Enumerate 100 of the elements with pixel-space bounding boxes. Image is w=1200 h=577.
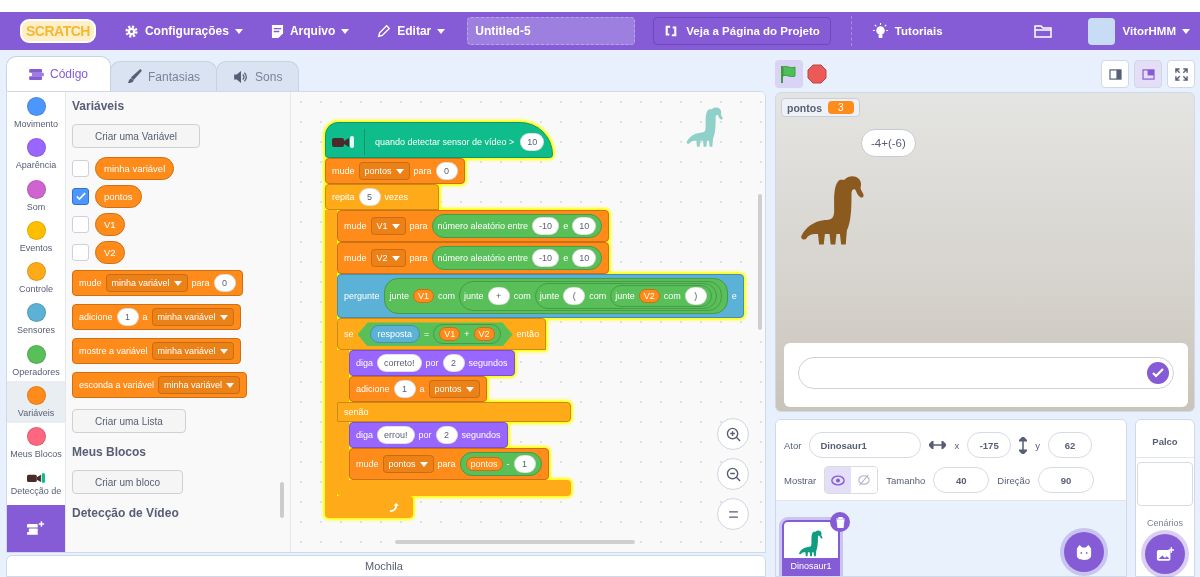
- code-block[interactable]: mude pontos para 0: [325, 158, 465, 185]
- text-input[interactable]: ): [684, 287, 707, 306]
- block-label: segundos: [461, 430, 501, 441]
- scrollbar-thumb[interactable]: [758, 194, 762, 331]
- menu-button[interactable]: Configurações: [123, 23, 243, 39]
- category-item[interactable]: Controle: [7, 257, 65, 299]
- stop-icon[interactable]: [807, 64, 827, 84]
- block-label: pergunte: [344, 291, 380, 302]
- file-icon: [270, 23, 284, 39]
- add-sprite-button[interactable]: [1064, 532, 1104, 572]
- reporter-block[interactable]: número aleatório entre -10 e 10: [431, 246, 603, 271]
- text-input[interactable]: errou!: [377, 426, 415, 445]
- block-label: +: [464, 329, 470, 340]
- run-flag-button[interactable]: [775, 60, 803, 88]
- show-button[interactable]: [825, 467, 852, 493]
- reporter-block[interactable]: número aleatório entre -10 e 10: [431, 214, 603, 239]
- folder-icon[interactable]: [1033, 24, 1052, 38]
- avatar[interactable]: [1087, 17, 1115, 45]
- category-item[interactable]: Operadores: [7, 340, 65, 382]
- text-input[interactable]: correto!: [377, 354, 422, 373]
- palette-button[interactable]: Criar um bloco: [72, 470, 184, 495]
- reporter-block[interactable]: junte V2 com ): [610, 285, 712, 308]
- number-input[interactable]: 10: [520, 133, 545, 152]
- code-block[interactable]: diga errou! por 2 segundos: [349, 422, 508, 449]
- hat-block[interactable]: quando detectar sensor de vídeo > 10: [325, 122, 554, 159]
- zoom-in-icon: [725, 426, 741, 442]
- field-label: Direção: [997, 474, 1031, 486]
- category-label: Detecção de: [10, 486, 62, 497]
- check-icon: [1152, 368, 1164, 378]
- code-block[interactable]: pergunte junte V1 com junte + com junte ( com junte V2 com ) e: [337, 274, 744, 319]
- block-label: a: [419, 384, 425, 395]
- code-block[interactable]: adicione 1 a pontos: [349, 376, 487, 403]
- number-input[interactable]: 0: [213, 274, 236, 293]
- code-block[interactable]: mude V2 para número aleatório entre -10 e 10: [337, 242, 610, 275]
- text-input[interactable]: +: [487, 287, 510, 306]
- zoom-in-button[interactable]: [717, 418, 749, 451]
- number-input[interactable]: 1: [393, 380, 416, 399]
- number-input[interactable]: -10: [532, 217, 560, 236]
- category-item[interactable]: Som: [7, 174, 65, 217]
- category-item[interactable]: Detecção de: [7, 463, 65, 506]
- number-input[interactable]: 10: [572, 249, 597, 268]
- sprite-tile[interactable]: Dinosaur1: [782, 520, 840, 576]
- add-extension-button[interactable]: [7, 505, 65, 553]
- number-input[interactable]: 1: [116, 308, 139, 327]
- backpack-bar[interactable]: Mochila: [6, 555, 766, 577]
- add-extension-icon: [27, 521, 45, 537]
- lightbulb-icon: [871, 22, 889, 40]
- number-input[interactable]: -10: [532, 249, 560, 268]
- cat-icon: [1075, 544, 1093, 560]
- block-label: com: [663, 291, 681, 302]
- video-camera-icon: [27, 473, 45, 484]
- add-backdrop-button[interactable]: [1145, 534, 1185, 574]
- category-item[interactable]: Variáveis: [7, 381, 65, 423]
- code-block[interactable]: mude minha variável para 0: [72, 270, 243, 297]
- category-item[interactable]: Aparência: [7, 133, 65, 175]
- category-item[interactable]: Movimento: [7, 92, 65, 134]
- tutorials-button[interactable]: Tutoriais: [871, 22, 943, 40]
- category-item[interactable]: Eventos: [7, 216, 65, 258]
- reporter-block[interactable]: junte + com junte ( com junte V2 com ): [459, 281, 722, 312]
- section-heading: Variáveis: [72, 99, 125, 114]
- palette-button[interactable]: Criar uma Lista: [72, 409, 186, 434]
- normal-stage-button[interactable]: [1134, 60, 1162, 88]
- block-label: junte: [615, 291, 635, 302]
- block-label: junte: [539, 291, 560, 302]
- number-input[interactable]: 2: [435, 426, 458, 445]
- block-label: adicione: [79, 312, 113, 323]
- menu-button[interactable]: Editar: [377, 24, 446, 38]
- palette-button[interactable]: Criar uma Variável: [72, 124, 201, 149]
- reporter-block[interactable]: pontos - 1: [459, 452, 542, 477]
- caret-icon: [391, 223, 400, 229]
- scrollbar-thumb[interactable]: [280, 482, 284, 519]
- number-input[interactable]: 0: [435, 162, 458, 181]
- code-block[interactable]: adicione 1 a minha variável: [72, 304, 241, 331]
- tab[interactable]: Código: [6, 56, 112, 92]
- small-stage-button[interactable]: [1101, 60, 1129, 88]
- submit-button[interactable]: [1147, 362, 1169, 384]
- block-label: mostre a variável: [79, 346, 148, 357]
- block-label: segundos: [468, 358, 508, 369]
- project-page-button[interactable]: Veja a Página do Projeto: [653, 17, 831, 45]
- code-block[interactable]: repita 5 vezes: [325, 184, 439, 211]
- category-item[interactable]: Sensores: [7, 298, 65, 341]
- account-menu[interactable]: VitorHMM: [1122, 25, 1190, 37]
- zoom-out-button[interactable]: [717, 458, 749, 491]
- reporter-block[interactable]: junte ( com junte V2 com ): [534, 283, 717, 310]
- code-block[interactable]: mude V1 para número aleatório entre -10 e 10: [337, 210, 610, 243]
- stage-thumbnail[interactable]: [1137, 462, 1193, 506]
- number-input[interactable]: 10: [572, 217, 597, 236]
- fullscreen-button[interactable]: [1167, 60, 1195, 88]
- number-input[interactable]: 2: [442, 354, 465, 373]
- category-item[interactable]: Meus Blocos: [7, 422, 65, 464]
- checkbox[interactable]: [72, 188, 89, 206]
- number-input[interactable]: 5: [358, 188, 381, 207]
- code-block[interactable]: diga correto! por 2 segundos: [349, 350, 515, 377]
- number-input[interactable]: 1: [513, 455, 536, 474]
- menu-button[interactable]: Arquivo: [270, 23, 350, 39]
- delete-button[interactable]: [830, 512, 850, 532]
- code-block[interactable]: mude pontos para pontos - 1: [349, 448, 549, 481]
- scrollbar-thumb[interactable]: [395, 540, 635, 545]
- text-input[interactable]: (: [563, 287, 586, 306]
- reporter-block[interactable]: junte V1 com junte + com junte ( com junte V2 com ): [383, 278, 728, 315]
